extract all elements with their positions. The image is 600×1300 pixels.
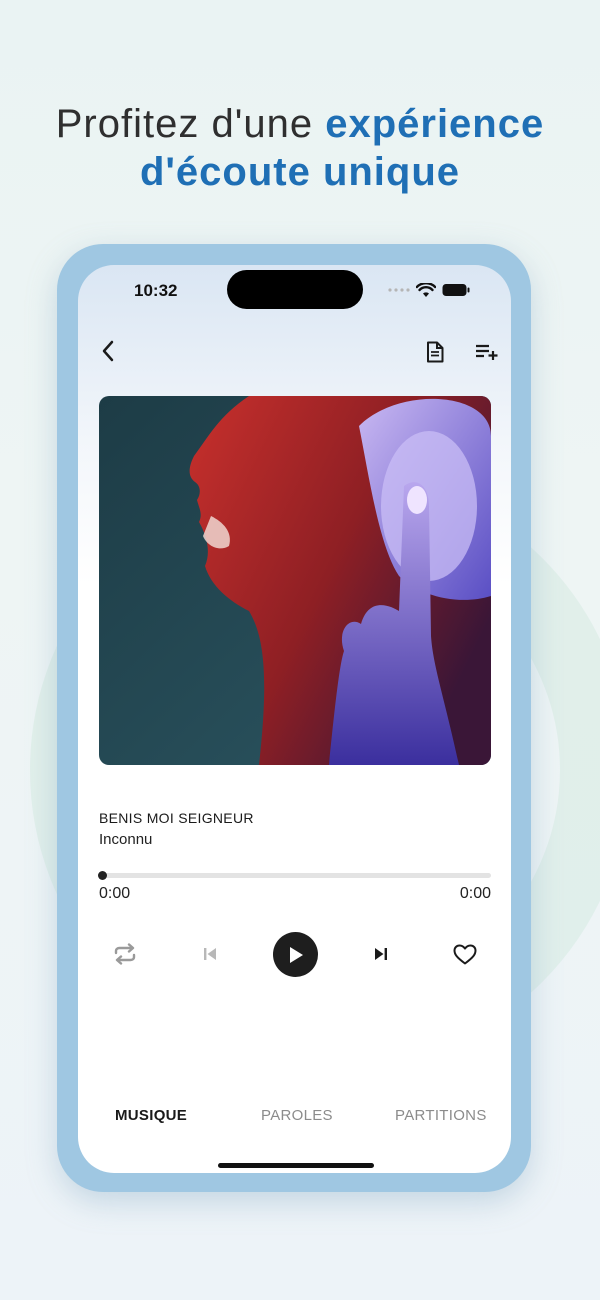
current-time: 0:00 [99,885,131,902]
repeat-icon [114,943,136,965]
song-artist: Inconnu [99,831,153,848]
headline-accent-text-2: d'écoute unique [139,150,461,194]
phone-screen: 10:32 BENIS MOI SEIGNEUR Inconnu 0:00 0:… [78,265,511,1173]
favorite-button[interactable] [452,942,478,966]
album-artwork [99,396,491,765]
playlist-add-icon [476,344,498,360]
heart-outline-icon [453,944,477,964]
song-title: BENIS MOI SEIGNEUR [99,810,254,826]
previous-button[interactable] [198,943,222,965]
headline-plain-text: Profitez d'une [55,102,326,146]
signal-icon [388,288,410,292]
status-icons [388,281,470,299]
headline-accent-text-1: expérience [325,102,545,146]
total-time: 0:00 [459,885,491,902]
play-button[interactable] [273,932,318,977]
tab-paroles[interactable]: PAROLES [261,1107,333,1124]
battery-icon [442,284,470,296]
wifi-icon [416,282,436,297]
back-button[interactable] [96,337,120,365]
tab-partitions[interactable]: PARTITIONS [395,1107,487,1124]
skip-previous-icon [204,948,216,960]
document-icon [427,341,444,363]
progress-track[interactable] [99,873,491,878]
progress-thumb[interactable] [98,871,107,880]
next-button[interactable] [369,943,393,965]
chevron-left-icon [102,340,114,362]
status-time: 10:32 [134,281,178,300]
home-indicator[interactable] [218,1163,374,1168]
repeat-button[interactable] [110,941,140,967]
lyrics-document-button[interactable] [423,339,447,365]
dynamic-island [227,270,363,309]
album-artwork-image [99,396,491,765]
promo-headline: Profitez d'une expérience d'écoute uniqu… [0,100,600,196]
skip-next-icon [375,948,387,960]
add-to-playlist-button[interactable] [474,341,500,363]
tab-musique[interactable]: MUSIQUE [115,1107,187,1124]
play-icon [289,946,303,963]
